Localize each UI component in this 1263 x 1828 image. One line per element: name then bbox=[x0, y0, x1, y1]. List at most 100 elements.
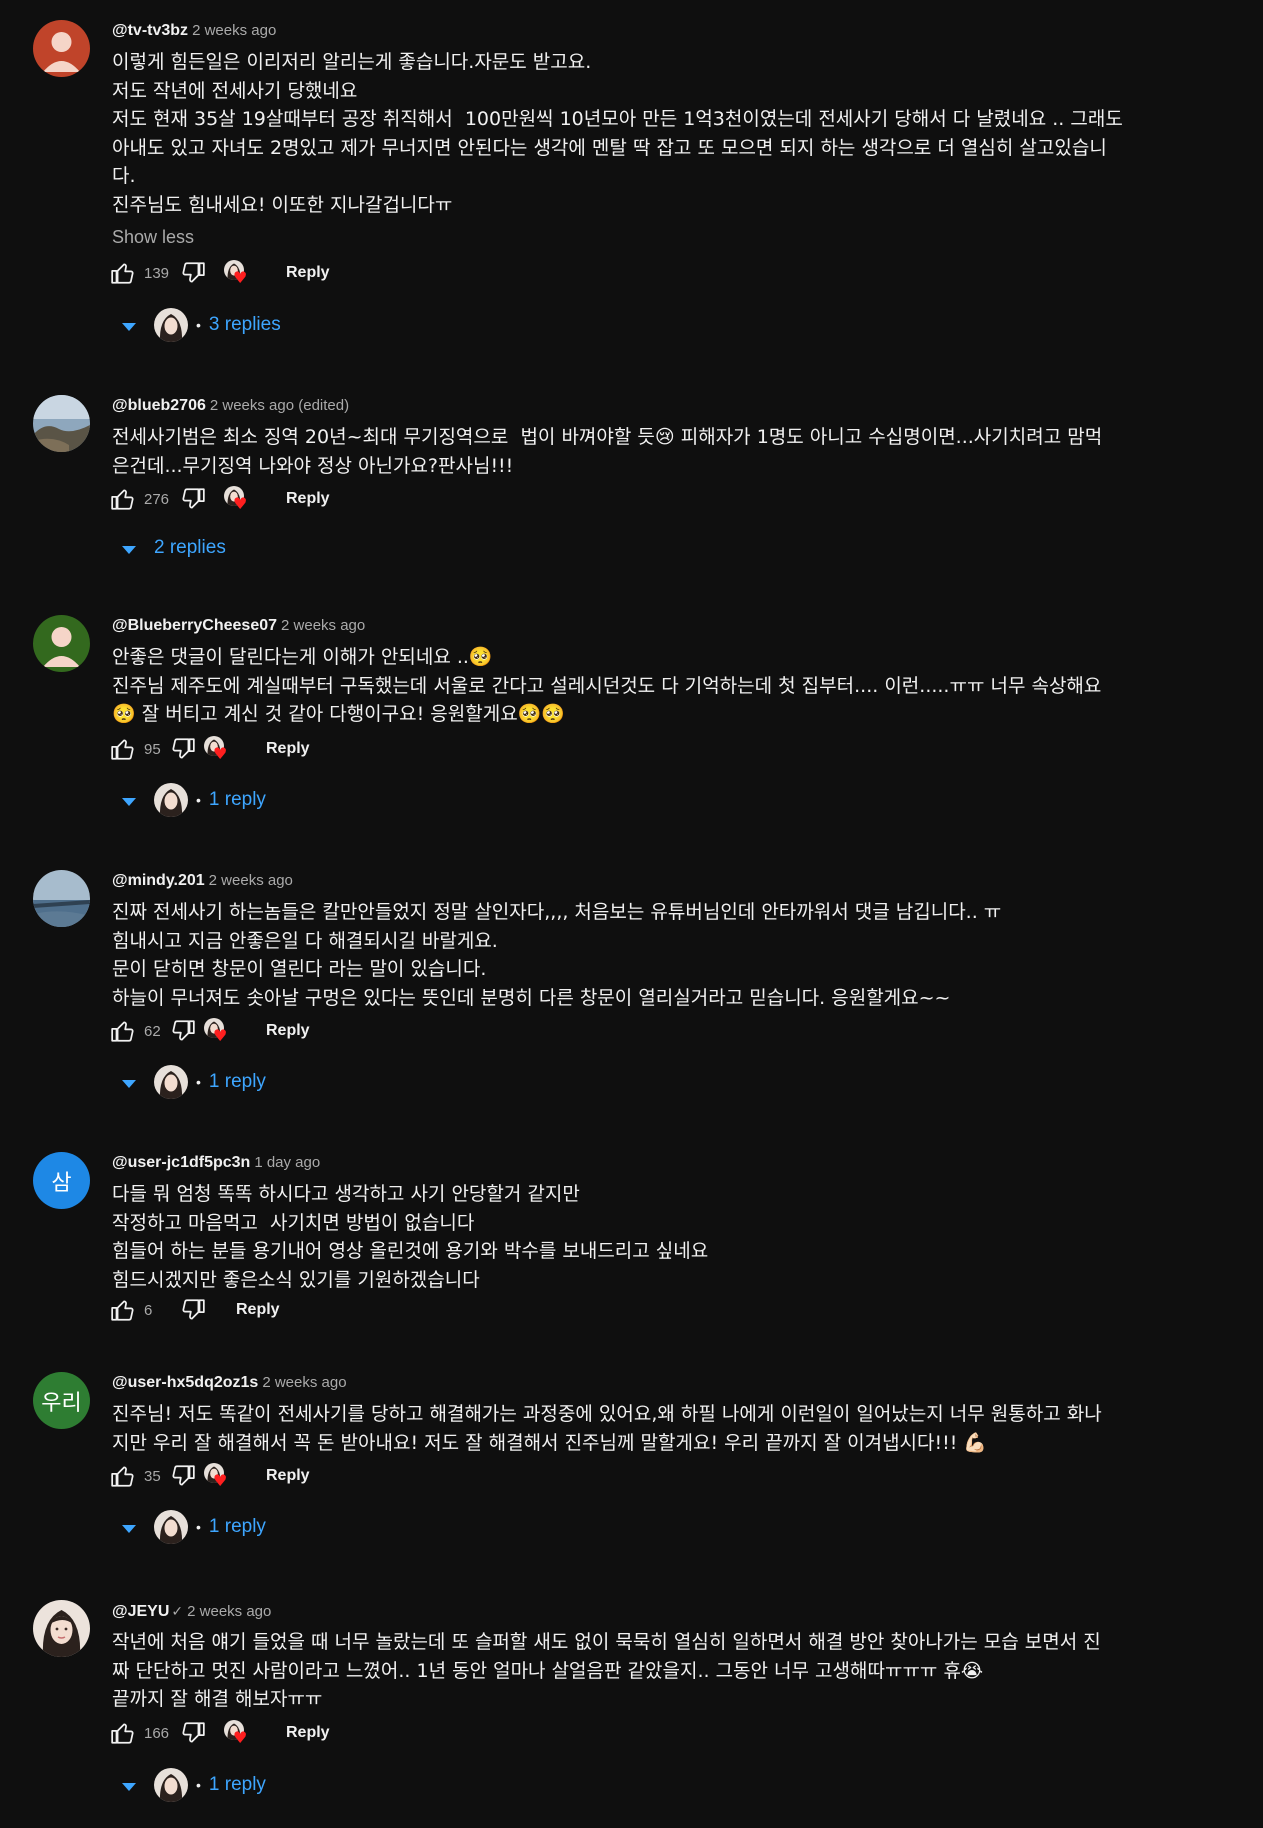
like-button-icon[interactable] bbox=[110, 260, 136, 286]
dislike-button-icon[interactable] bbox=[170, 1463, 196, 1489]
view-replies-button[interactable]: • 1 reply bbox=[122, 782, 266, 818]
reply-button[interactable]: Reply bbox=[286, 264, 330, 282]
author-handle[interactable]: @JEYU bbox=[112, 1603, 169, 1620]
comment-text-line: 끝까지 잘 해결 해보자ㅠㅠ bbox=[112, 1688, 323, 1710]
comment-text-line: 하늘이 무너져도 솟아날 구멍은 있다는 뜻인데 분명히 다른 창문이 열리실거… bbox=[112, 986, 951, 1009]
dislike-button-icon[interactable] bbox=[170, 736, 196, 762]
comment-text-line: 저도 현재 35살 19살때부터 공장 취직해서 100만원씩 10년모아 만든… bbox=[112, 108, 1123, 130]
heart-icon: ♥ bbox=[213, 1026, 228, 1045]
chevron-down-icon bbox=[122, 797, 136, 806]
like-button-icon[interactable] bbox=[110, 736, 136, 762]
separator-dot: • bbox=[196, 317, 201, 333]
reply-button[interactable]: Reply bbox=[286, 490, 330, 508]
creator-heart-icon: ♥ bbox=[222, 260, 250, 286]
like-button-icon[interactable] bbox=[110, 1463, 136, 1489]
like-count: 62 bbox=[144, 1022, 161, 1040]
comment-text-line: 진짜 전세사기 하는놈들은 칼만안들었지 정말 살인자다,,,, 처음보는 유튜… bbox=[112, 901, 1002, 923]
dislike-button-icon[interactable] bbox=[170, 1018, 196, 1044]
creator-heart-icon: ♥ bbox=[202, 1018, 230, 1044]
view-replies-button[interactable]: • 1 reply bbox=[122, 1767, 266, 1803]
commenter-avatar[interactable]: 우리 bbox=[33, 1372, 90, 1429]
dislike-button-icon[interactable] bbox=[180, 1297, 206, 1323]
replies-count-label: 1 reply bbox=[208, 1774, 266, 1795]
comment-text-line: 지만 우리 잘 해결해서 꼭 돈 받아내요! 저도 잘 해결해서 진주님께 말할… bbox=[112, 1431, 988, 1454]
like-count: 166 bbox=[144, 1724, 170, 1742]
author-handle[interactable]: @user-hx5dq2oz1s bbox=[112, 1374, 258, 1391]
comment-timestamp[interactable]: 2 weeks ago bbox=[262, 1374, 346, 1391]
separator-dot: • bbox=[196, 1777, 201, 1793]
reply-button[interactable]: Reply bbox=[286, 1724, 330, 1742]
dislike-button-icon[interactable] bbox=[180, 260, 206, 286]
comment-header: @BlueberryCheese07 2 weeks ago bbox=[112, 615, 1223, 637]
commenter-avatar[interactable] bbox=[33, 615, 90, 672]
comment-action-bar: 6 Reply bbox=[110, 1295, 280, 1325]
comment-timestamp[interactable]: 2 weeks ago bbox=[187, 1603, 271, 1620]
commenter-avatar[interactable] bbox=[33, 1600, 90, 1657]
reply-button[interactable]: Reply bbox=[266, 1022, 310, 1040]
reply-button[interactable]: Reply bbox=[266, 740, 310, 758]
view-replies-button[interactable]: • 1 reply bbox=[122, 1509, 266, 1545]
chevron-down-icon bbox=[122, 1524, 136, 1533]
commenter-avatar[interactable]: 삼 bbox=[33, 1152, 90, 1209]
comment-timestamp[interactable]: 2 weeks ago bbox=[281, 617, 365, 634]
heart-icon: ♥ bbox=[233, 268, 248, 287]
view-replies-button[interactable]: • 1 reply bbox=[122, 1064, 266, 1100]
like-count: 95 bbox=[144, 740, 161, 758]
like-count: 276 bbox=[144, 490, 170, 508]
author-handle[interactable]: @tv-tv3bz bbox=[112, 22, 188, 39]
like-button-icon[interactable] bbox=[110, 1018, 136, 1044]
comment-timestamp[interactable]: 2 weeks ago (edited) bbox=[210, 397, 349, 414]
comment-timestamp[interactable]: 2 weeks ago bbox=[209, 872, 293, 889]
commenter-avatar[interactable] bbox=[33, 395, 90, 452]
comment-header: @user-jc1df5pc3n 1 day ago bbox=[112, 1152, 1223, 1174]
separator-dot: • bbox=[196, 1519, 201, 1535]
view-replies-button[interactable]: • 3 replies bbox=[122, 307, 281, 343]
author-handle[interactable]: @mindy.201 bbox=[112, 872, 205, 889]
author-handle[interactable]: @blueb2706 bbox=[112, 397, 206, 414]
comment-text-line: 진주님 제주도에 계실때부터 구독했는데 서울로 간다고 설레시던것도 다 기억… bbox=[112, 674, 1102, 697]
author-handle[interactable]: @BlueberryCheese07 bbox=[112, 617, 277, 634]
comment-body: @blueb2706 2 weeks ago (edited) 전세사기범은 최소 … bbox=[112, 395, 1223, 480]
comment-text-line: 다들 뭐 엄청 똑똑 하시다고 생각하고 사기 안당할거 같지만 bbox=[112, 1183, 580, 1205]
commenter-avatar[interactable] bbox=[33, 20, 90, 77]
replies-count-label: 2 replies bbox=[154, 537, 226, 558]
reply-button[interactable]: Reply bbox=[236, 1301, 280, 1319]
comment-timestamp[interactable]: 1 day ago bbox=[254, 1154, 320, 1171]
like-button-icon[interactable] bbox=[110, 1720, 136, 1746]
reply-button[interactable]: Reply bbox=[266, 1467, 310, 1485]
comment-header: @user-hx5dq2oz1s 2 weeks ago bbox=[112, 1372, 1223, 1394]
comment-text-line: 힘들어 하는 분들 용기내어 영상 올린것에 용기와 박수를 보내드리고 싶네요 bbox=[112, 1240, 709, 1262]
view-replies-button[interactable]: 2 replies bbox=[122, 530, 226, 566]
comment-timestamp[interactable]: 2 weeks ago bbox=[192, 22, 276, 39]
heart-icon: ♥ bbox=[233, 1728, 248, 1747]
comment-action-bar: 139 ♥ Reply bbox=[110, 258, 330, 288]
like-count: 139 bbox=[144, 264, 170, 282]
author-handle[interactable]: @user-jc1df5pc3n bbox=[112, 1154, 250, 1171]
creator-heart-icon: ♥ bbox=[202, 1463, 230, 1489]
creator-reply-avatar bbox=[154, 1768, 188, 1802]
comment-text: 안좋은 댓글이 달린다는게 이해가 안되네요 ..🥺 진주님 제주도에 계실때부터… bbox=[112, 643, 1223, 729]
comment-text: 이렇게 힘든일은 이리저리 알리는게 좋습니다.자문도 받고요. 저도 작년에 전… bbox=[112, 48, 1223, 219]
comment-header: @tv-tv3bz 2 weeks ago bbox=[112, 20, 1223, 42]
heart-icon: ♥ bbox=[213, 1471, 228, 1490]
chevron-down-icon bbox=[122, 1079, 136, 1088]
chevron-down-icon bbox=[122, 1782, 136, 1791]
chevron-down-icon bbox=[122, 322, 136, 331]
like-button-icon[interactable] bbox=[110, 1297, 136, 1323]
comment-action-bar: 35 ♥ Reply bbox=[110, 1461, 310, 1491]
comment-text-line: 저도 작년에 전세사기 당했네요 bbox=[112, 79, 358, 102]
show-less-button[interactable]: Show less bbox=[112, 227, 1223, 248]
dislike-button-icon[interactable] bbox=[180, 1720, 206, 1746]
replies-count-label: 1 reply bbox=[208, 1071, 266, 1092]
separator-dot: • bbox=[196, 792, 201, 808]
comment-text-line: 은건데...무기징역 나와야 정상 아닌가요?판사님!!! bbox=[112, 454, 514, 477]
creator-reply-avatar bbox=[154, 783, 188, 817]
comment-text: 진주님! 저도 똑같이 전세사기를 당하고 해결해가는 과정중에 있어요,왜 하… bbox=[112, 1400, 1223, 1457]
like-button-icon[interactable] bbox=[110, 486, 136, 512]
creator-heart-icon: ♥ bbox=[222, 486, 250, 512]
commenter-avatar[interactable] bbox=[33, 870, 90, 927]
dislike-button-icon[interactable] bbox=[180, 486, 206, 512]
heart-icon: ♥ bbox=[213, 744, 228, 763]
creator-reply-avatar bbox=[154, 1065, 188, 1099]
separator-dot: • bbox=[196, 1074, 201, 1090]
